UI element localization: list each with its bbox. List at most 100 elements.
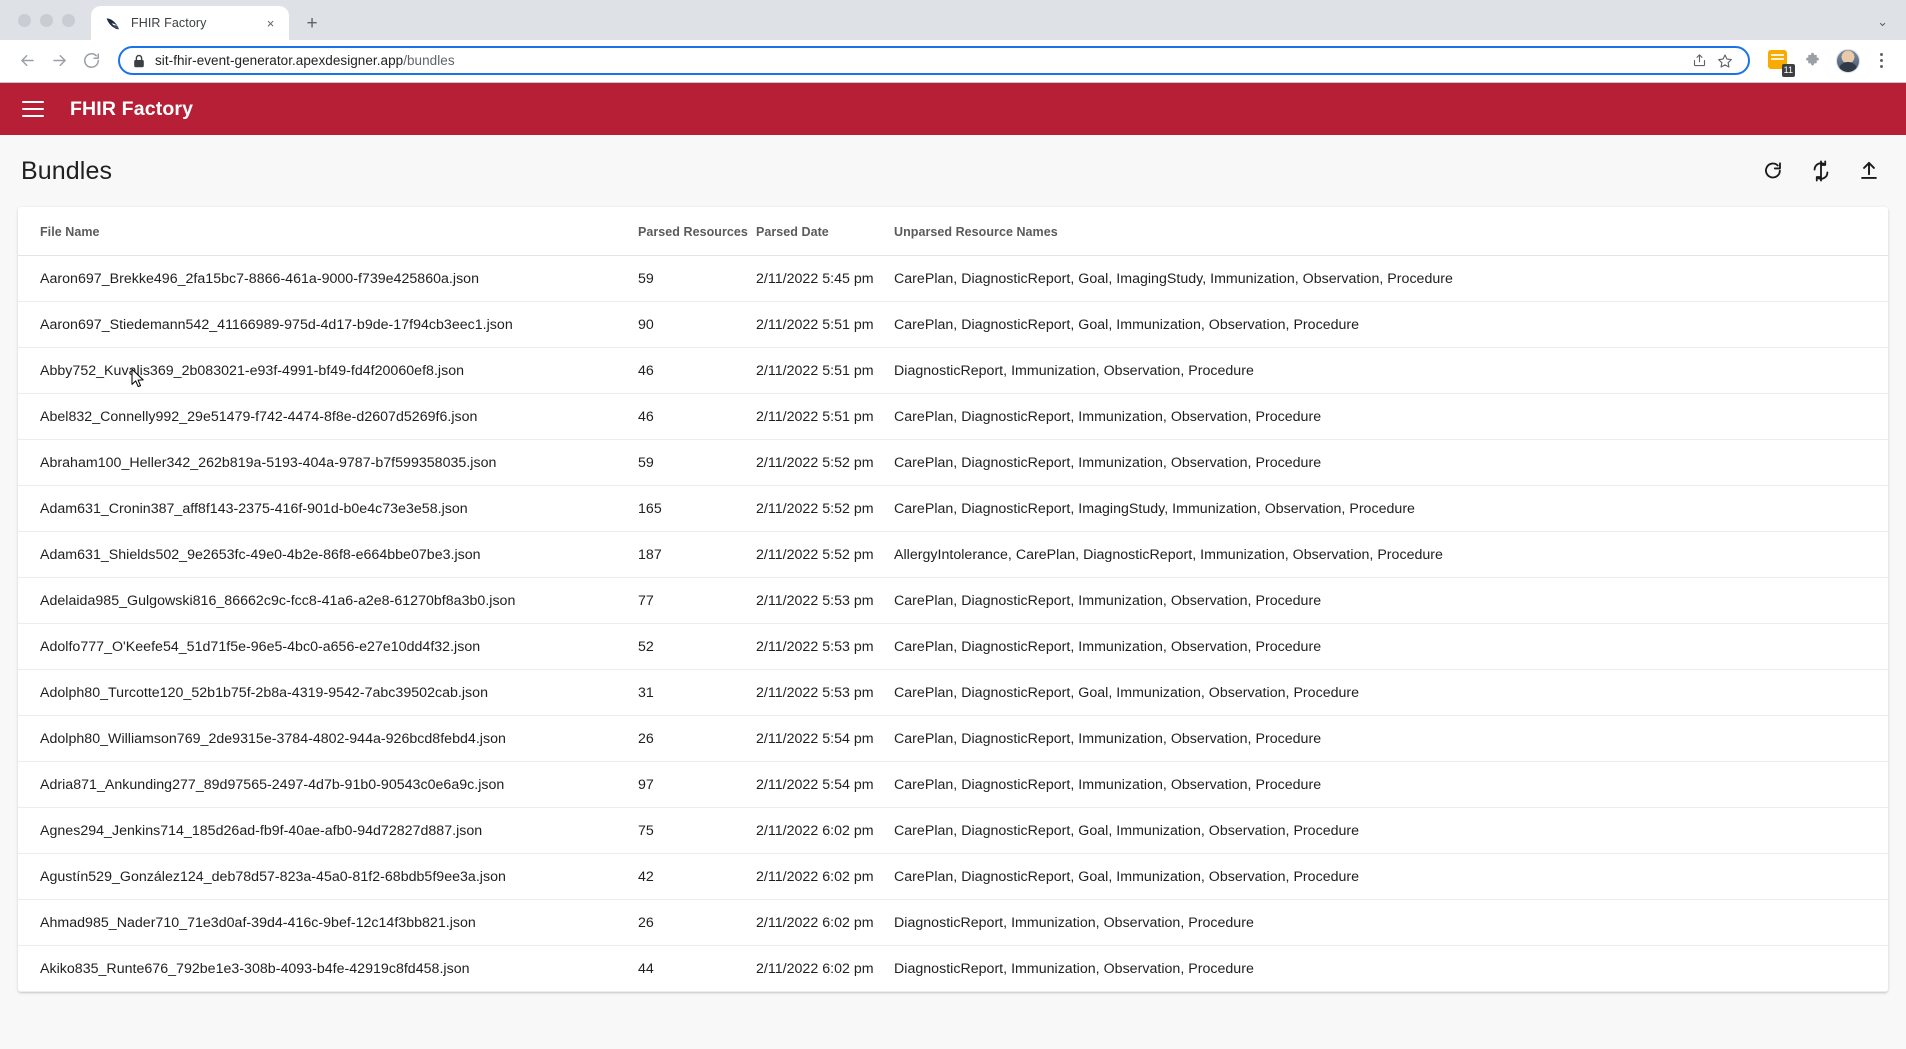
cell-parsed-date: 2/11/2022 6:02 pm bbox=[756, 945, 894, 992]
sync-icon bbox=[1813, 160, 1829, 182]
table-row[interactable]: Adolph80_Turcotte120_52b1b75f-2b8a-4319-… bbox=[18, 669, 1888, 716]
lock-icon bbox=[134, 54, 144, 67]
extension-badge-count: 11 bbox=[1781, 63, 1795, 77]
window-traffic-lights bbox=[14, 0, 91, 40]
browser-toolbar: sit-fhir-event-generator.apexdesigner.ap… bbox=[0, 40, 1906, 82]
cell-parsed-date: 2/11/2022 5:45 pm bbox=[756, 255, 894, 302]
hamburger-line bbox=[22, 115, 44, 117]
chevron-down-icon[interactable]: ⌄ bbox=[1877, 14, 1906, 40]
tab-title: FHIR Factory bbox=[131, 16, 207, 30]
cell-parsed-resources: 90 bbox=[638, 301, 756, 348]
cell-unparsed-names: CarePlan, DiagnosticReport, ImagingStudy… bbox=[894, 485, 1888, 532]
hamburger-line bbox=[22, 101, 44, 103]
table-row[interactable]: Adam631_Cronin387_aff8f143-2375-416f-901… bbox=[18, 485, 1888, 532]
cell-parsed-date: 2/11/2022 5:51 pm bbox=[756, 347, 894, 394]
bundles-table: File Name Parsed Resources Parsed Date U… bbox=[18, 207, 1888, 992]
new-tab-button[interactable]: + bbox=[298, 9, 326, 37]
back-button[interactable] bbox=[12, 46, 42, 76]
minimize-window-button[interactable] bbox=[40, 13, 53, 27]
cell-parsed-date: 2/11/2022 5:51 pm bbox=[756, 301, 894, 348]
cell-parsed-date: 2/11/2022 5:53 pm bbox=[756, 577, 894, 624]
table-row[interactable]: Abel832_Connelly992_29e51479-f742-4474-8… bbox=[18, 393, 1888, 440]
cell-unparsed-names: CarePlan, DiagnosticReport, Goal, Imagin… bbox=[894, 255, 1888, 302]
table-row[interactable]: Adolph80_Williamson769_2de9315e-3784-480… bbox=[18, 715, 1888, 762]
cell-parsed-resources: 59 bbox=[638, 439, 756, 486]
cell-parsed-resources: 97 bbox=[638, 761, 756, 808]
kebab-dot bbox=[1879, 53, 1883, 56]
kebab-dot bbox=[1879, 59, 1883, 62]
cell-parsed-date: 2/11/2022 6:02 pm bbox=[756, 899, 894, 946]
cell-parsed-date: 2/11/2022 5:51 pm bbox=[756, 393, 894, 440]
cell-unparsed-names: CarePlan, DiagnosticReport, Immunization… bbox=[894, 439, 1888, 486]
cell-file-name: Abraham100_Heller342_262b819a-5193-404a-… bbox=[18, 439, 638, 486]
cell-file-name: Adolph80_Williamson769_2de9315e-3784-480… bbox=[18, 715, 638, 762]
column-header-unparsed-names[interactable]: Unparsed Resource Names bbox=[894, 207, 1888, 256]
page-header: Bundles bbox=[0, 135, 1906, 207]
cell-parsed-resources: 44 bbox=[638, 945, 756, 992]
table-row[interactable]: Aaron697_Brekke496_2fa15bc7-8866-461a-90… bbox=[18, 255, 1888, 302]
extension-badge-button[interactable]: 11 bbox=[1766, 48, 1795, 77]
table-row[interactable]: Adria871_Ankunding277_89d97565-2497-4d7b… bbox=[18, 761, 1888, 808]
reload-button[interactable] bbox=[76, 46, 106, 76]
menu-button[interactable] bbox=[22, 96, 48, 122]
puzzle-icon[interactable] bbox=[1798, 47, 1826, 75]
url-path: /bundles bbox=[403, 53, 455, 68]
cell-unparsed-names: CarePlan, DiagnosticReport, Immunization… bbox=[894, 393, 1888, 440]
table-row[interactable]: Abby752_Kuvalis369_2b083021-e93f-4991-bf… bbox=[18, 347, 1888, 394]
cell-unparsed-names: CarePlan, DiagnosticReport, Immunization… bbox=[894, 715, 1888, 762]
browser-tab[interactable]: FHIR Factory × bbox=[91, 6, 289, 40]
table-row[interactable]: Akiko835_Runte676_792be1e3-308b-4093-b4f… bbox=[18, 945, 1888, 992]
cell-file-name: Adolph80_Turcotte120_52b1b75f-2b8a-4319-… bbox=[18, 669, 638, 716]
cell-parsed-resources: 26 bbox=[638, 899, 756, 946]
table-row[interactable]: Agustín529_González124_deb78d57-823a-45a… bbox=[18, 853, 1888, 900]
column-header-parsed-date[interactable]: Parsed Date bbox=[756, 207, 894, 256]
browser-menu-button[interactable] bbox=[1868, 47, 1894, 75]
table-header: File Name Parsed Resources Parsed Date U… bbox=[18, 207, 1888, 256]
table-row[interactable]: Aaron697_Stiedemann542_41166989-975d-4d1… bbox=[18, 301, 1888, 348]
share-icon[interactable] bbox=[1686, 48, 1712, 74]
cell-parsed-date: 2/11/2022 5:54 pm bbox=[756, 761, 894, 808]
cell-file-name: Agnes294_Jenkins714_185d26ad-fb9f-40ae-a… bbox=[18, 807, 638, 854]
cell-file-name: Adolfo777_O'Keefe54_51d71f5e-96e5-4bc0-a… bbox=[18, 623, 638, 670]
column-header-file-name[interactable]: File Name bbox=[18, 207, 638, 256]
cell-parsed-resources: 59 bbox=[638, 255, 756, 302]
refresh-button[interactable] bbox=[1758, 156, 1788, 186]
url-host: sit-fhir-event-generator.apexdesigner.ap… bbox=[155, 53, 404, 68]
cell-parsed-date: 2/11/2022 5:53 pm bbox=[756, 669, 894, 716]
table-row[interactable]: Adelaida985_Gulgowski816_86662c9c-fcc8-4… bbox=[18, 577, 1888, 624]
profile-avatar[interactable] bbox=[1836, 48, 1860, 73]
table-row[interactable]: Abraham100_Heller342_262b819a-5193-404a-… bbox=[18, 439, 1888, 486]
cell-unparsed-names: CarePlan, DiagnosticReport, Goal, Immuni… bbox=[894, 669, 1888, 716]
cell-unparsed-names: CarePlan, DiagnosticReport, Goal, Immuni… bbox=[894, 853, 1888, 900]
cell-file-name: Aaron697_Brekke496_2fa15bc7-8866-461a-90… bbox=[18, 255, 638, 302]
upload-button[interactable] bbox=[1854, 156, 1884, 186]
cell-file-name: Adam631_Shields502_9e2653fc-49e0-4b2e-86… bbox=[18, 531, 638, 578]
column-header-parsed-resources[interactable]: Parsed Resources bbox=[638, 207, 756, 256]
cell-parsed-date: 2/11/2022 6:02 pm bbox=[756, 807, 894, 854]
cell-unparsed-names: DiagnosticReport, Immunization, Observat… bbox=[894, 347, 1888, 394]
browser-chrome: FHIR Factory × + ⌄ sit-fhir-event-genera… bbox=[0, 0, 1906, 83]
cell-file-name: Abel832_Connelly992_29e51479-f742-4474-8… bbox=[18, 393, 638, 440]
cell-file-name: Adam631_Cronin387_aff8f143-2375-416f-901… bbox=[18, 485, 638, 532]
bookmark-star-icon[interactable] bbox=[1712, 48, 1738, 74]
address-bar[interactable]: sit-fhir-event-generator.apexdesigner.ap… bbox=[118, 46, 1750, 75]
table-row[interactable]: Agnes294_Jenkins714_185d26ad-fb9f-40ae-a… bbox=[18, 807, 1888, 854]
table-row[interactable]: Adam631_Shields502_9e2653fc-49e0-4b2e-86… bbox=[18, 531, 1888, 578]
cell-parsed-resources: 46 bbox=[638, 347, 756, 394]
forward-button[interactable] bbox=[44, 46, 74, 76]
cell-parsed-resources: 31 bbox=[638, 669, 756, 716]
reload-icon bbox=[83, 53, 99, 68]
maximize-window-button[interactable] bbox=[62, 13, 75, 27]
sync-button[interactable] bbox=[1806, 156, 1836, 186]
app-header: FHIR Factory bbox=[0, 83, 1906, 135]
app-title: FHIR Factory bbox=[70, 97, 194, 120]
close-window-button[interactable] bbox=[18, 13, 31, 27]
cell-parsed-resources: 26 bbox=[638, 715, 756, 762]
table-row[interactable]: Adolfo777_O'Keefe54_51d71f5e-96e5-4bc0-a… bbox=[18, 623, 1888, 670]
cell-unparsed-names: CarePlan, DiagnosticReport, Immunization… bbox=[894, 761, 1888, 808]
cell-parsed-resources: 75 bbox=[638, 807, 756, 854]
kebab-dot bbox=[1879, 65, 1883, 68]
table-row[interactable]: Ahmad985_Nader710_71e3d0af-39d4-416c-9be… bbox=[18, 899, 1888, 946]
close-tab-button[interactable]: × bbox=[262, 15, 279, 32]
page-action-bar bbox=[1758, 156, 1884, 186]
